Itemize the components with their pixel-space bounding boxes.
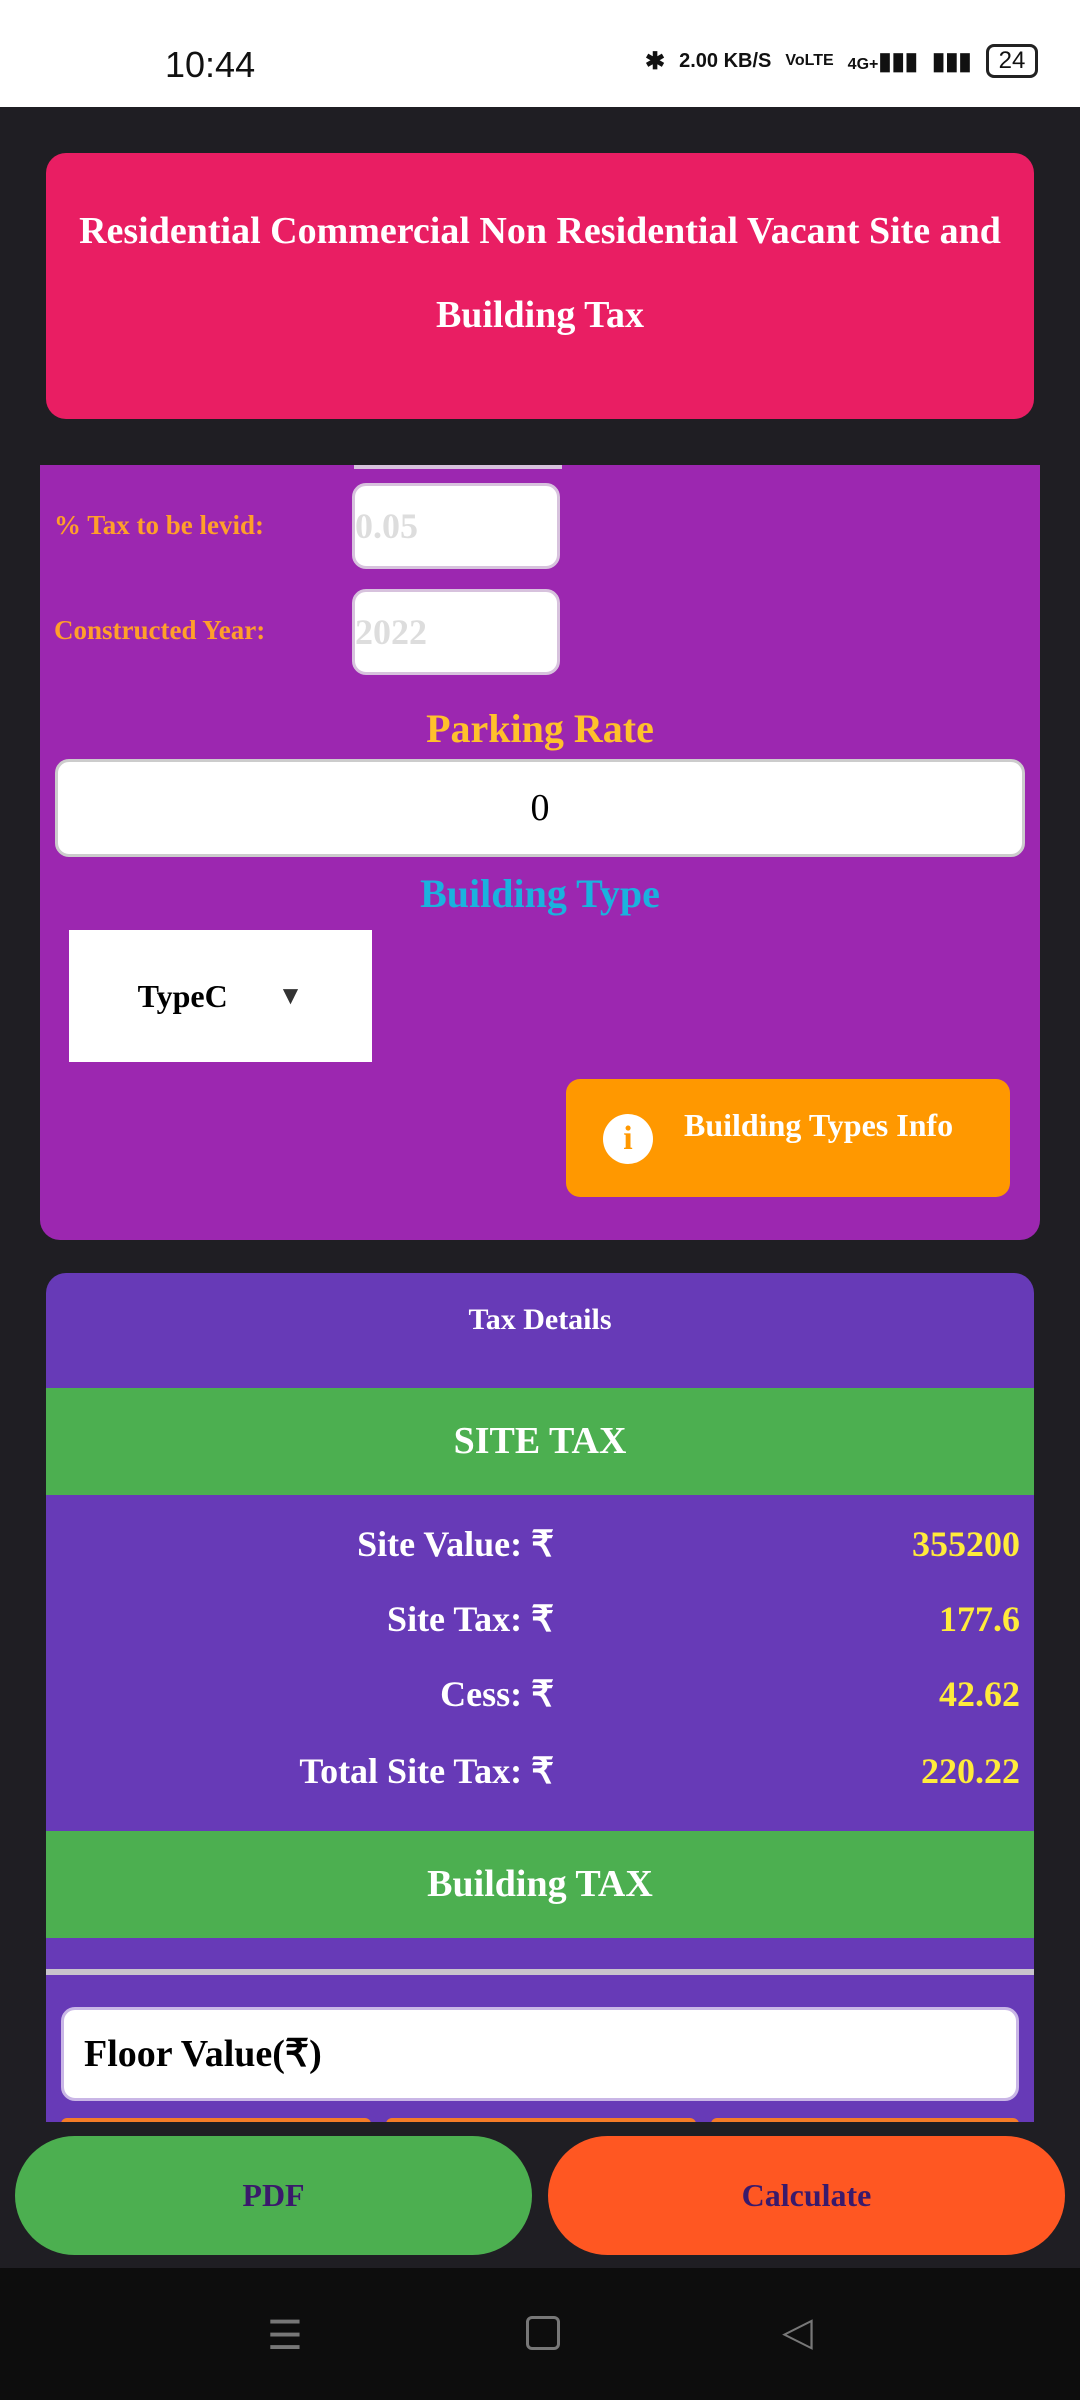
- result-row: Total Site Tax: ₹220.22: [299, 1751, 1020, 1791]
- tax-input[interactable]: 0.05: [352, 483, 560, 569]
- result-row: Site Value: ₹355200: [357, 1524, 1020, 1564]
- site-tax-header: SITE TAX: [46, 1388, 1034, 1495]
- info-icon: i: [603, 1114, 653, 1164]
- pdf-button[interactable]: PDF: [15, 2136, 532, 2255]
- scrolled-input-edge: [354, 465, 562, 469]
- result-row: Cess: ₹42.62: [440, 1674, 1020, 1714]
- signal-icon: 4G+▮▮▮: [847, 47, 918, 75]
- year-input[interactable]: 2022: [352, 589, 560, 675]
- tax-details-card: Tax Details SITE TAX Site Value: ₹355200…: [46, 1273, 1034, 2122]
- status-bar: 10:44 ✱ 2.00 KB/S VoLTE 4G+▮▮▮ ▮▮▮ 24: [0, 0, 1080, 107]
- menu-icon[interactable]: ☰: [267, 2312, 303, 2359]
- page-title: Residential Commercial Non Residential V…: [46, 153, 1034, 419]
- floor-field-edge: [711, 2118, 1019, 2122]
- bluetooth-icon: ✱: [645, 47, 666, 75]
- info-button-label: Building Types Info: [684, 1107, 954, 1143]
- back-icon[interactable]: ◁: [782, 2308, 813, 2355]
- chevron-down-icon: ▼: [277, 981, 304, 1010]
- result-row: Site Tax: ₹177.6: [387, 1599, 1020, 1639]
- building-type-dropdown[interactable]: TypeC ▼: [69, 930, 372, 1062]
- tax-details-title: Tax Details: [468, 1303, 612, 1336]
- building-tax-header: Building TAX: [46, 1831, 1034, 1938]
- net-speed: 2.00 KB/S: [679, 49, 772, 72]
- tax-label: % Tax to be levid:: [54, 510, 265, 540]
- home-icon[interactable]: [526, 2316, 560, 2350]
- building-type-title: Building Type: [420, 871, 660, 916]
- building-types-info-button[interactable]: i Building Types Info: [566, 1079, 1010, 1197]
- year-label: Constructed Year:: [54, 615, 266, 645]
- floor-field-edge: [61, 2118, 371, 2122]
- calculate-button[interactable]: Calculate: [548, 2136, 1065, 2255]
- status-icons: ✱ 2.00 KB/S VoLTE 4G+▮▮▮ ▮▮▮ 24: [645, 44, 1039, 78]
- clock: 10:44: [165, 44, 256, 85]
- signal-icon-2: ▮▮▮: [931, 47, 972, 75]
- navigation-bar: ☰ ◁: [0, 2268, 1080, 2400]
- dropdown-value: TypeC: [137, 977, 228, 1014]
- floor-value-input[interactable]: Floor Value(₹): [61, 2007, 1019, 2101]
- battery-icon: 24: [985, 44, 1039, 78]
- divider: [46, 1969, 1034, 1975]
- parking-rate-input[interactable]: 0: [55, 759, 1025, 857]
- volte-icon: VoLTE: [785, 52, 834, 69]
- floor-field-edge: [386, 2118, 696, 2122]
- parking-title: Parking Rate: [426, 706, 654, 751]
